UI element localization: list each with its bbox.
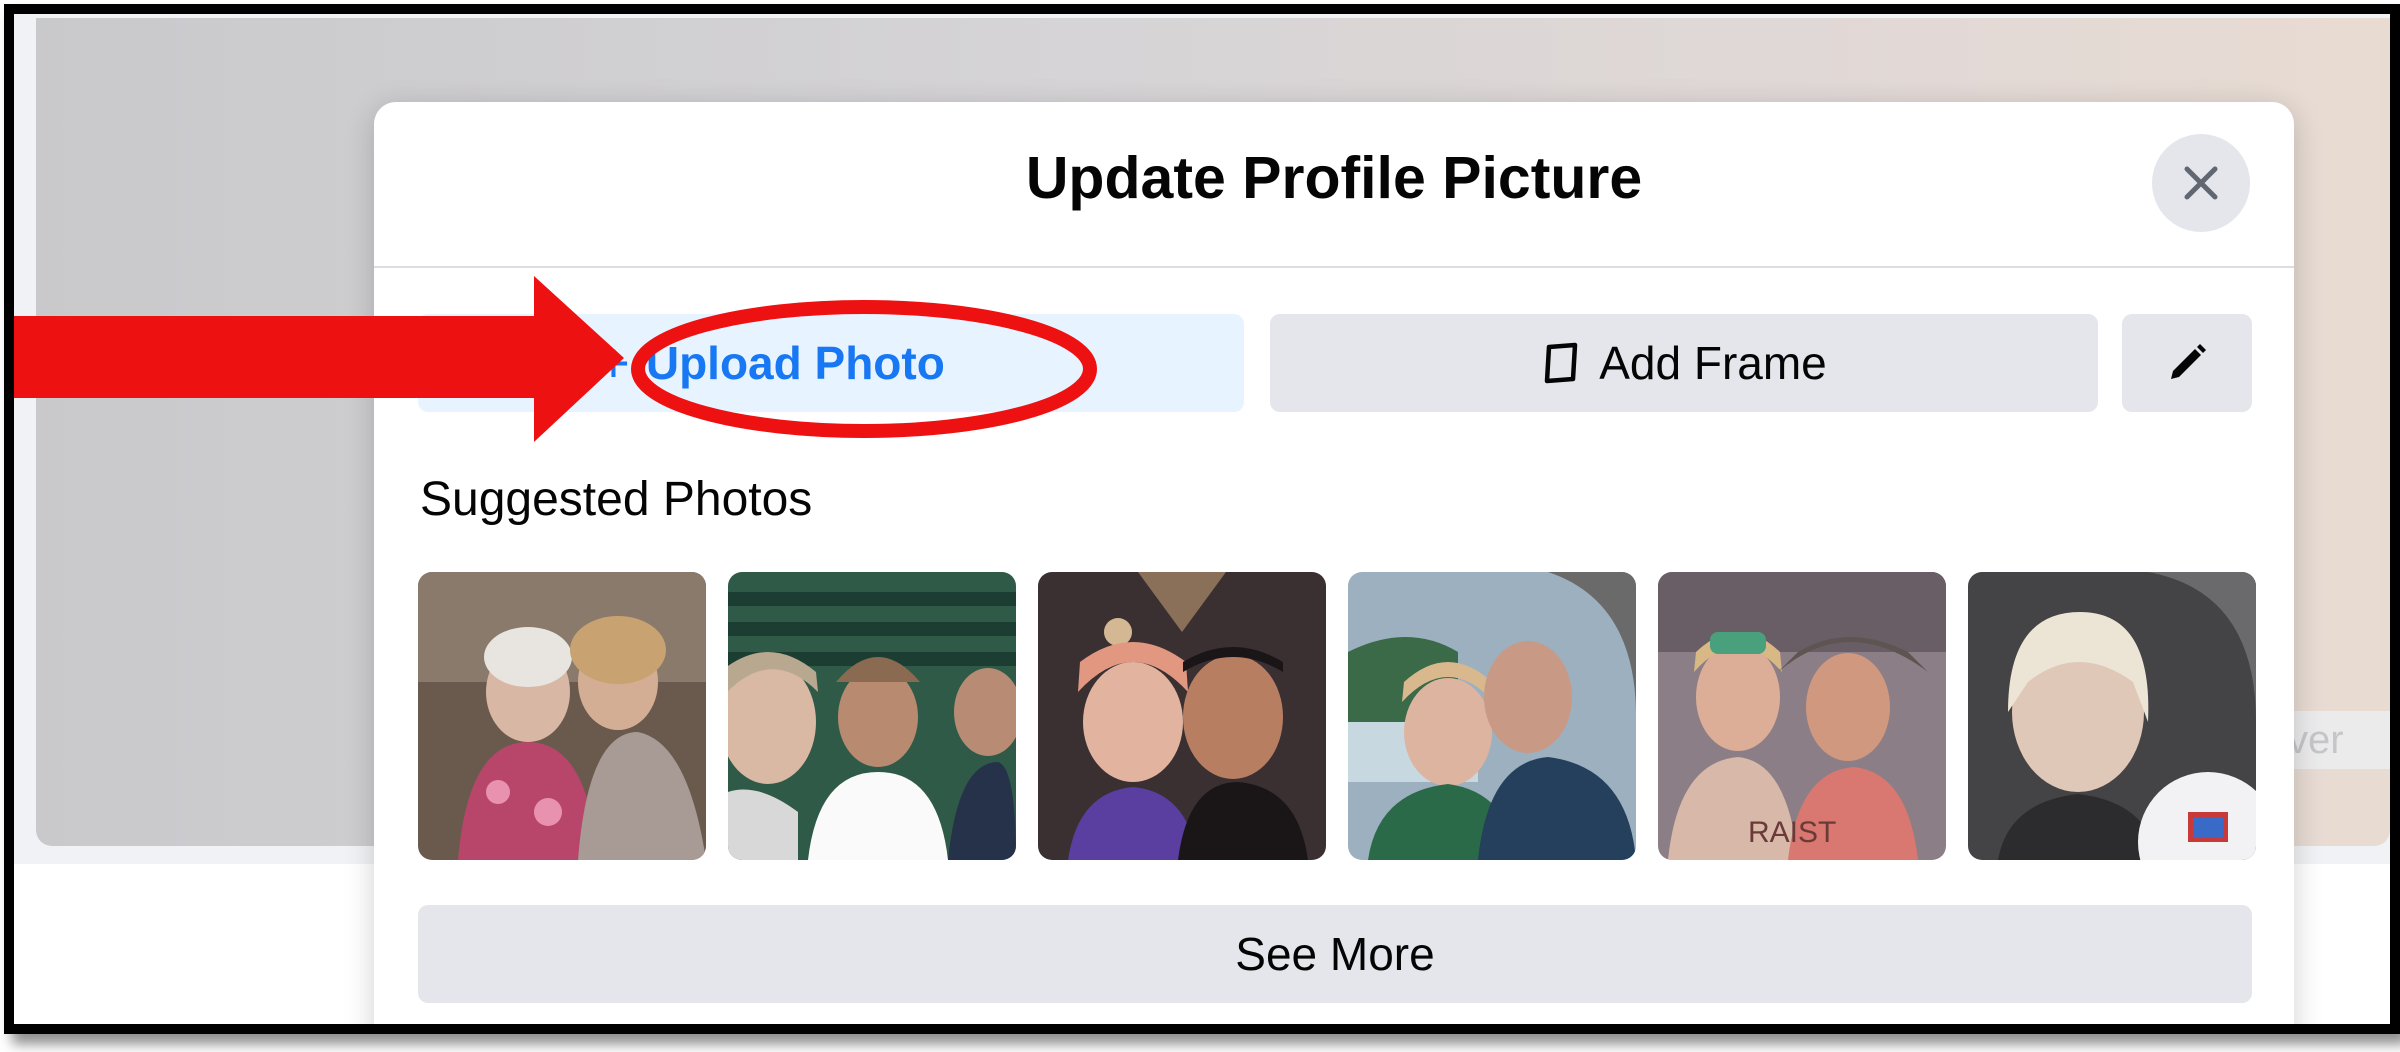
see-more-button[interactable]: See More [418,905,2252,1003]
add-frame-button[interactable]: Add Frame [1270,314,2098,412]
update-profile-picture-dialog: Update Profile Picture + Upload Photo Ad… [374,102,2294,1024]
close-button[interactable] [2152,134,2250,232]
suggested-photo-thumbnail[interactable]: RAIST [1658,572,1946,860]
suggested-photo-thumbnail[interactable] [1968,572,2256,860]
close-icon [2184,166,2218,200]
photo-woman-car-selfie [1968,572,2256,860]
photo-couple-selfie-concert [1038,572,1326,860]
suggested-photo-thumbnail[interactable] [1038,572,1326,860]
photo-two-women-outdoor: RAIST [1658,572,1946,860]
add-frame-label: Add Frame [1599,337,1827,389]
suggested-photo-thumbnail[interactable] [418,572,706,860]
photo-two-women-seated [418,572,706,860]
red-arrow-annotation [14,276,624,442]
suggested-photos-grid: RAIST [418,572,2256,860]
edit-button[interactable] [2122,314,2252,412]
suggested-photo-thumbnail[interactable] [1348,572,1636,860]
red-ellipse-annotation [631,300,1097,438]
screenshot-frame: ver Update Profile Picture + Upload Phot… [4,4,2400,1034]
see-more-label: See More [1235,928,1435,980]
dialog-header: Update Profile Picture [374,102,2294,268]
pencil-icon [2171,344,2206,379]
photo-couple-selfie-lake [1348,572,1636,860]
svg-text:RAIST: RAIST [1748,816,1836,849]
suggested-photos-heading: Suggested Photos [420,473,813,526]
suggested-photo-thumbnail[interactable] [728,572,1016,860]
frame-icon [1544,342,1578,384]
dialog-title: Update Profile Picture [1025,145,1643,211]
photo-group-selfie-stadium [728,572,1016,860]
